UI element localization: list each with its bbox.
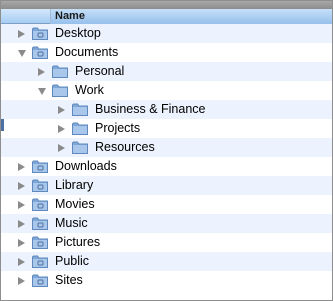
toolbar-strip xyxy=(1,1,332,9)
disclosure-triangle-down-icon[interactable] xyxy=(18,50,26,57)
tree-row-label: Projects xyxy=(95,121,141,135)
folder-icon xyxy=(52,65,68,78)
tree-row-personal[interactable]: Personal xyxy=(1,62,332,81)
tree-row-label: Movies xyxy=(55,197,95,211)
tree-row-library[interactable]: Library xyxy=(1,176,332,195)
tree-row-label: Personal xyxy=(75,64,125,78)
pictures-folder-icon xyxy=(32,236,48,249)
folder-icon xyxy=(72,122,88,135)
tree-row-resources[interactable]: Resources xyxy=(1,138,332,157)
tree-row-label: Desktop xyxy=(55,26,101,40)
tree-row-label: Public xyxy=(55,254,90,268)
tree-row-label: Business & Finance xyxy=(95,102,206,116)
tree-row-label: Music xyxy=(55,216,88,230)
disclosure-triangle-right-icon[interactable] xyxy=(18,201,25,209)
tree-row-label: Library xyxy=(55,178,94,192)
disclosure-triangle-right-icon[interactable] xyxy=(38,68,45,76)
public-folder-icon xyxy=(32,255,48,268)
disclosure-triangle-right-icon[interactable] xyxy=(18,239,25,247)
downloads-folder-icon xyxy=(32,160,48,173)
tree-row-label: Work xyxy=(75,83,104,97)
tree-row-label: Documents xyxy=(55,45,119,59)
column-header[interactable]: Name xyxy=(1,9,332,24)
documents-folder-icon xyxy=(32,46,48,59)
disclosure-triangle-right-icon[interactable] xyxy=(18,163,25,171)
name-column-header[interactable] xyxy=(50,9,332,24)
file-browser-list: Name Desktop Documents Personal Work Busines… xyxy=(0,0,333,301)
tree-row-downloads[interactable]: Downloads xyxy=(1,157,332,176)
disclosure-triangle-right-icon[interactable] xyxy=(58,144,65,152)
disclosure-triangle-right-icon[interactable] xyxy=(18,258,25,266)
tree-row-sites[interactable]: Sites xyxy=(1,271,332,290)
tree-row-movies[interactable]: Movies xyxy=(1,195,332,214)
tree-row-label: Resources xyxy=(95,140,155,154)
folder-icon xyxy=(52,84,68,97)
disclosure-triangle-right-icon[interactable] xyxy=(18,277,25,285)
tree-row-business-finance[interactable]: Business & Finance xyxy=(1,100,332,119)
tree-row-public[interactable]: Public xyxy=(1,252,332,271)
tree-row-desktop[interactable]: Desktop xyxy=(1,24,332,43)
library-folder-icon xyxy=(32,179,48,192)
disclosure-triangle-right-icon[interactable] xyxy=(18,182,25,190)
disclosure-triangle-right-icon[interactable] xyxy=(18,30,25,38)
folder-icon xyxy=(72,141,88,154)
disclosure-triangle-right-icon[interactable] xyxy=(58,106,65,114)
name-column-label: Name xyxy=(55,10,85,22)
disclosure-triangle-right-icon[interactable] xyxy=(18,220,25,228)
tree-row-projects[interactable]: Projects xyxy=(1,119,332,138)
sites-folder-icon xyxy=(32,274,48,287)
tree-row-label: Sites xyxy=(55,273,83,287)
tree-row-work[interactable]: Work xyxy=(1,81,332,100)
disclosure-triangle-right-icon[interactable] xyxy=(58,125,65,133)
music-folder-icon xyxy=(32,217,48,230)
tree-row-documents[interactable]: Documents xyxy=(1,43,332,62)
tree-row-label: Downloads xyxy=(55,159,117,173)
tree-row-label: Pictures xyxy=(55,235,101,249)
tree-row-music[interactable]: Music xyxy=(1,214,332,233)
tree-row-pictures[interactable]: Pictures xyxy=(1,233,332,252)
disclosure-triangle-down-icon[interactable] xyxy=(38,88,46,95)
folder-icon xyxy=(72,103,88,116)
desktop-folder-icon xyxy=(32,27,48,40)
movies-folder-icon xyxy=(32,198,48,211)
